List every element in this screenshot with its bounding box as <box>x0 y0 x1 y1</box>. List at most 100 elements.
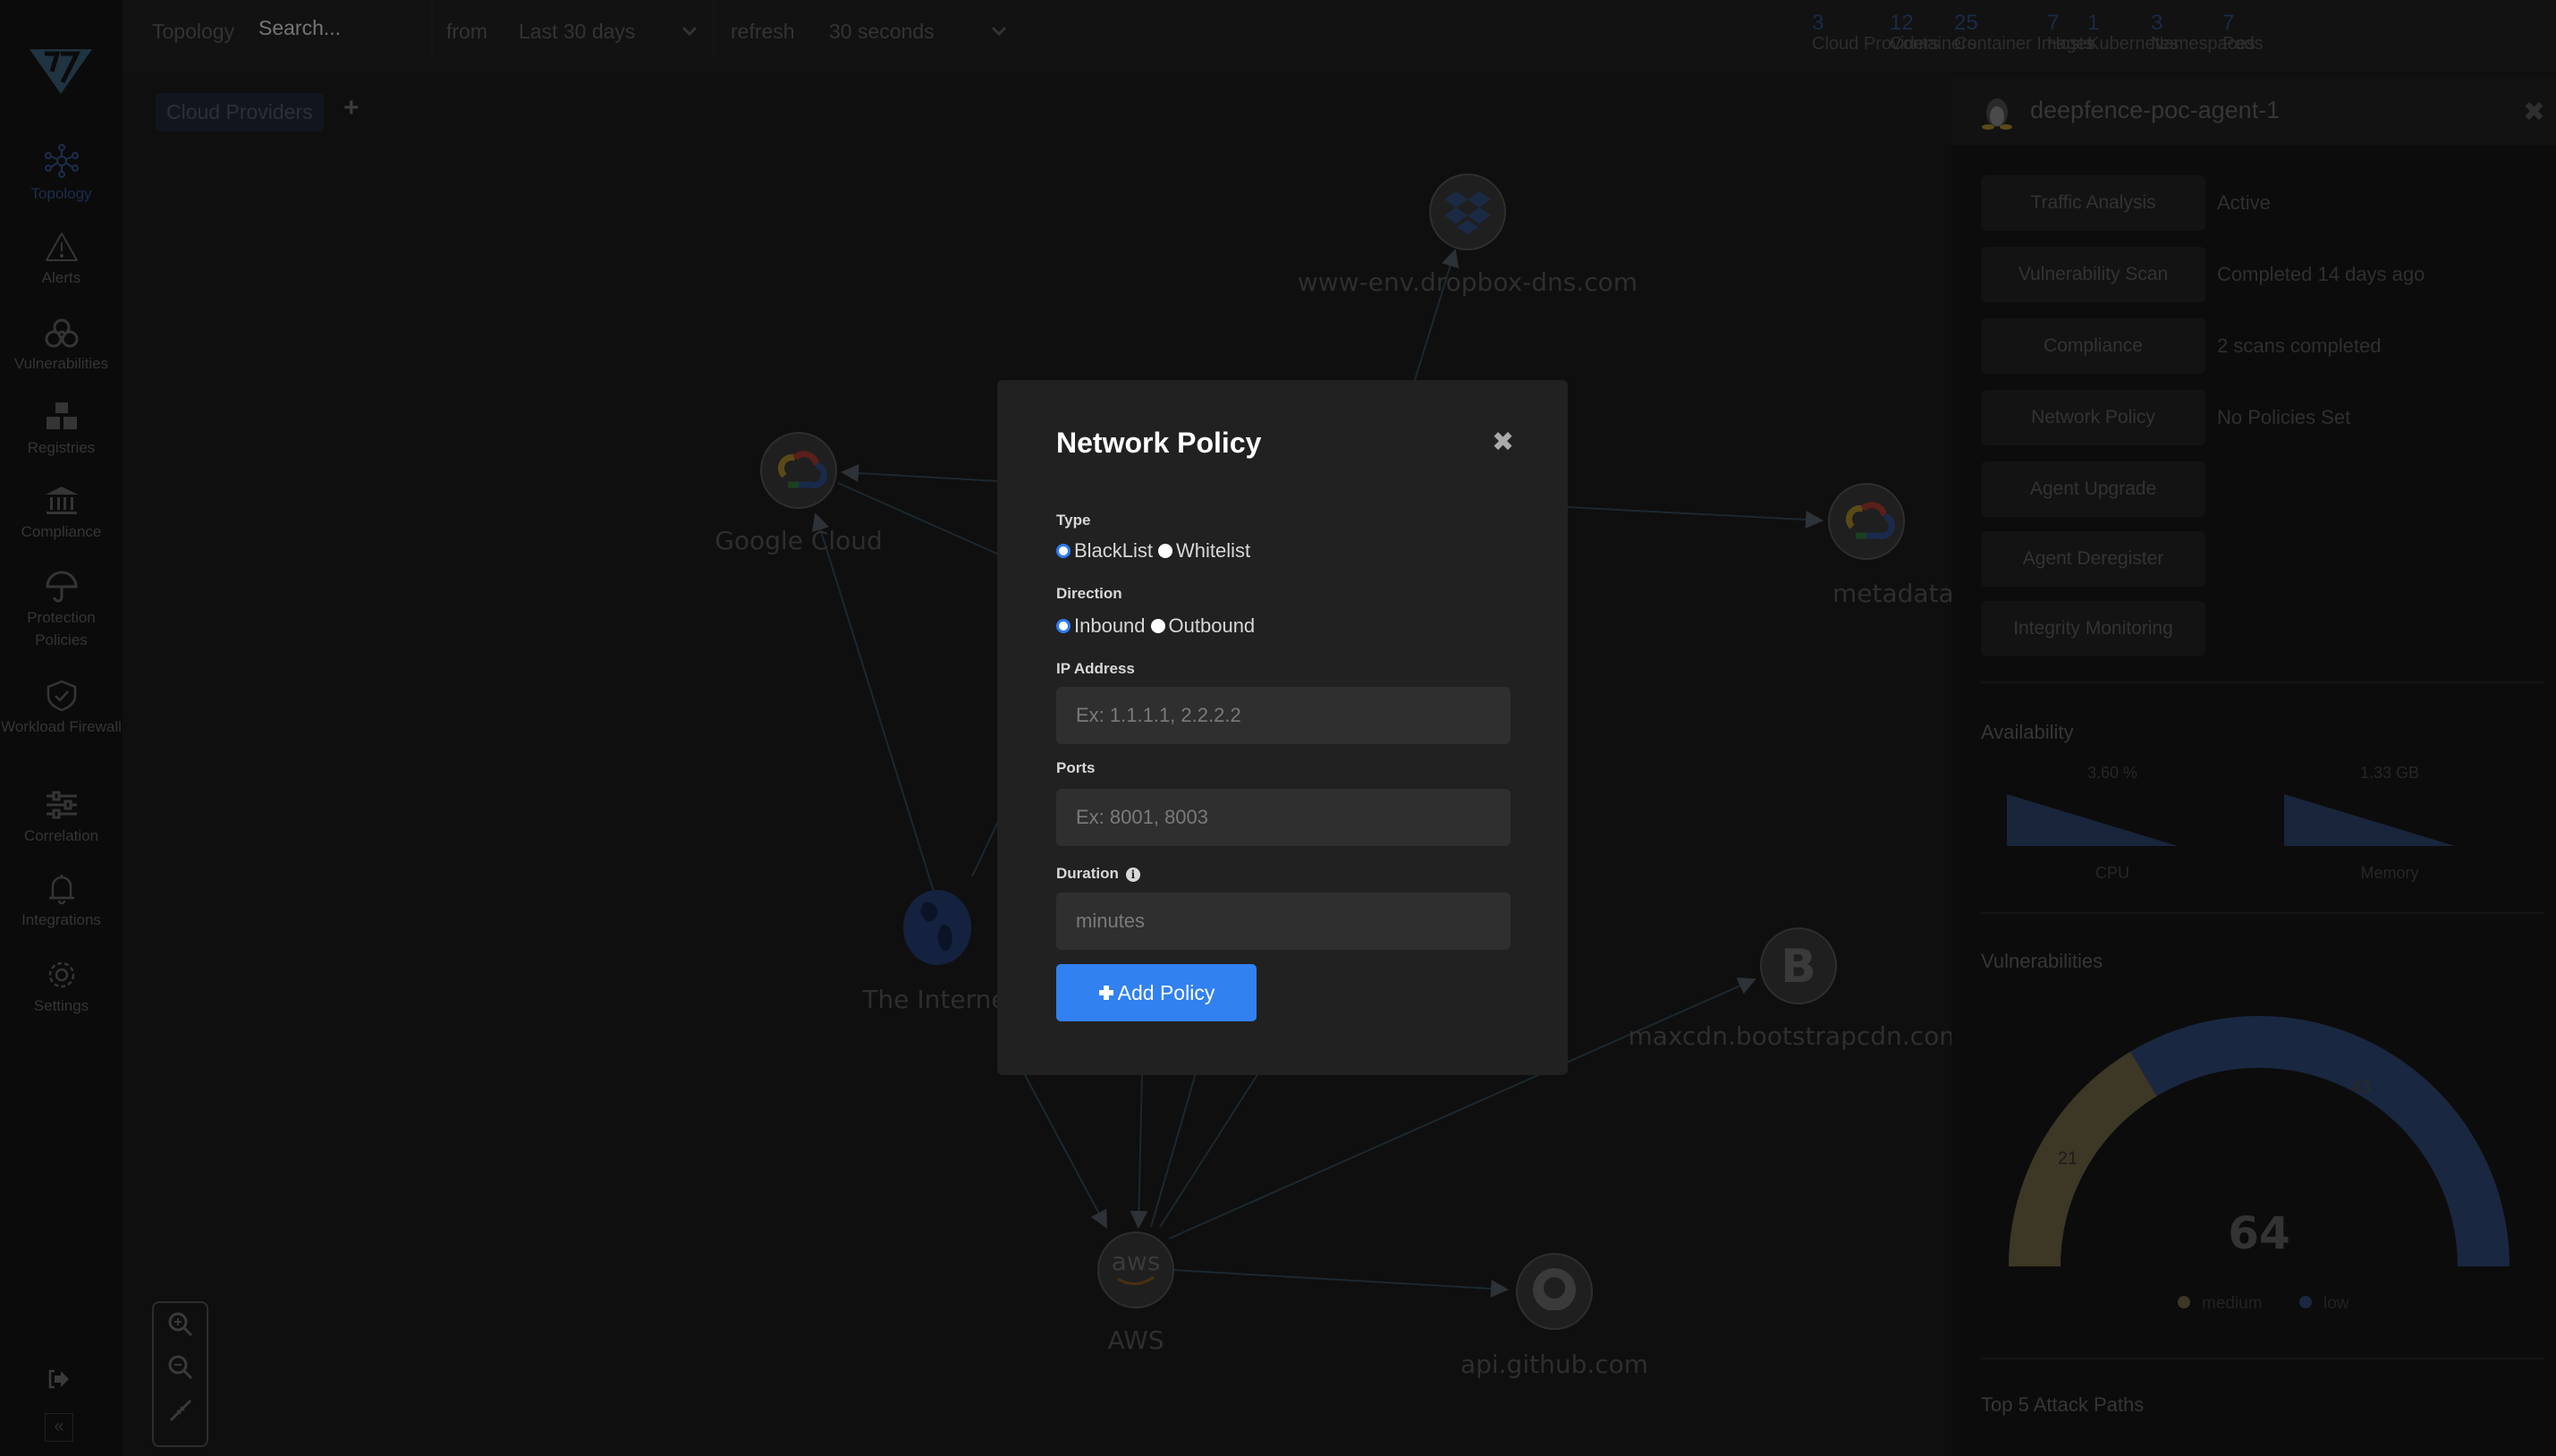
availability-sparklines <box>2007 794 2456 846</box>
radio-label: Whitelist <box>1176 539 1251 562</box>
sidebar-item-compliance[interactable]: Compliance <box>0 485 123 543</box>
stat-label: Pods <box>2222 34 2264 54</box>
radio-button[interactable] <box>1158 544 1173 558</box>
legend-dot-low <box>2299 1296 2312 1308</box>
sliders-icon <box>46 791 77 819</box>
sidebar-item-label: Settings <box>33 997 89 1014</box>
vulnerabilities-title: Vulnerabilities <box>1981 950 2103 972</box>
zoom-in-button[interactable] <box>154 1303 207 1346</box>
ip-address-input[interactable] <box>1056 687 1511 744</box>
sidebar-item-topology[interactable]: Topology <box>0 143 123 205</box>
availability-title: Availability <box>1981 721 2074 743</box>
radio-whitelist[interactable]: Whitelist <box>1158 539 1250 563</box>
node-label: metadata.google.int <box>1832 579 1951 608</box>
network-policy-status: No Policies Set <box>2217 406 2351 428</box>
edge <box>1172 1269 1509 1298</box>
integrity-monitoring-button[interactable]: Integrity Monitoring <box>1981 601 2205 656</box>
cpu-label: CPU <box>2095 864 2129 882</box>
node-label: maxcdn.bootstrapcdn.com <box>1629 1021 1951 1051</box>
gauge-segment-low[interactable] <box>2130 1016 2509 1266</box>
bank-icon <box>45 487 78 514</box>
radio-button[interactable] <box>1150 619 1165 633</box>
sidebar-item-settings[interactable]: Settings <box>0 959 123 1017</box>
network-policy-button[interactable]: Network Policy <box>1981 390 2205 445</box>
info-icon[interactable]: i <box>1125 867 1140 882</box>
edge <box>1130 1072 1148 1229</box>
sidebar-item-protection-policies[interactable]: Protection Policies <box>0 571 123 651</box>
from-label: from <box>446 20 487 43</box>
radio-button-selected[interactable] <box>1056 544 1071 558</box>
fit-view-button[interactable] <box>154 1389 207 1432</box>
node-dropbox[interactable]: www-env.dropbox-dns.com <box>1298 174 1638 297</box>
compliance-status: 2 scans completed <box>2217 334 2382 357</box>
sidebar-item-vulnerabilities[interactable]: Vulnerabilities <box>0 317 123 375</box>
radio-inbound[interactable]: Inbound <box>1056 614 1146 638</box>
stat-label: Hosts <box>2047 34 2094 54</box>
action-row: Network Policy No Policies Set <box>1981 390 2556 447</box>
stat-hosts[interactable]: 7 Hosts <box>2047 13 2094 55</box>
duration-label-row: Duration i <box>1056 865 1140 883</box>
ip-address-label: IP Address <box>1056 660 1135 677</box>
node-bootstrap-cdn[interactable]: B maxcdn.bootstrapcdn.com <box>1629 927 1951 1051</box>
traffic-analysis-button[interactable]: Traffic Analysis <box>1981 175 2205 231</box>
sidebar-item-workload-firewall[interactable]: Workload Firewall <box>0 680 123 738</box>
stat-pods[interactable]: 7 Pods <box>2222 13 2264 55</box>
legend-low[interactable]: low <box>2323 1294 2349 1313</box>
time-range-select[interactable]: Last 30 days <box>519 20 635 44</box>
node-github[interactable]: api.github.com <box>1460 1253 1648 1379</box>
zoom-controls <box>152 1301 208 1447</box>
vulnerability-scan-button[interactable]: Vulnerability Scan <box>1981 247 2205 302</box>
node-label: The Interne <box>861 985 1006 1014</box>
node-the-internet[interactable]: The Interne <box>861 890 1007 1014</box>
action-row: Traffic Analysis Active <box>1981 175 2556 233</box>
action-row: Agent Deregister <box>1981 531 2556 588</box>
boxes-icon <box>46 402 77 429</box>
node-details-panel: deepfence-poc-agent-1 ✖ Traffic Analysis… <box>1951 77 2556 1456</box>
sidebar-item-correlation[interactable]: Correlation <box>0 789 123 847</box>
node-metadata-google[interactable]: metadata.google.int <box>1828 483 1951 608</box>
agent-upgrade-button[interactable]: Agent Upgrade <box>1981 461 2205 517</box>
node-aws[interactable]: aws AWS <box>1097 1232 1174 1355</box>
sidebar-item-alerts[interactable]: Alerts <box>0 231 123 289</box>
edge <box>1567 506 1824 529</box>
gauge-segment-medium[interactable] <box>2009 1051 2157 1266</box>
add-policy-button[interactable]: Add Policy <box>1056 964 1257 1021</box>
logout-icon[interactable] <box>47 1367 72 1392</box>
deepfence-logo[interactable] <box>25 45 97 98</box>
sidebar-item-label: Workload Firewall <box>1 718 122 735</box>
zoom-out-button[interactable] <box>154 1346 207 1389</box>
network-policy-modal: Network Policy ✖ Type BlackList Whitelis… <box>997 380 1568 1075</box>
action-row: Vulnerability Scan Completed 14 days ago <box>1981 247 2556 304</box>
biohazard-icon <box>45 318 78 348</box>
divider <box>1981 912 2544 914</box>
action-row: Compliance 2 scans completed <box>1981 318 2556 376</box>
traffic-analysis-status: Active <box>2217 191 2271 214</box>
edge <box>811 512 935 895</box>
duration-input[interactable] <box>1056 893 1511 950</box>
radio-button-selected[interactable] <box>1056 619 1071 633</box>
close-modal-button[interactable]: ✖ <box>1492 427 1514 458</box>
chevron-down-icon[interactable] <box>990 25 1008 38</box>
compliance-button[interactable]: Compliance <box>1981 318 2205 374</box>
shield-check-icon <box>47 680 76 712</box>
edge <box>1150 1072 1197 1228</box>
refresh-interval-select[interactable]: 30 seconds <box>829 20 935 44</box>
topology-icon <box>44 144 79 178</box>
node-google-cloud[interactable]: Google Cloud <box>715 432 883 555</box>
agent-deregister-button[interactable]: Agent Deregister <box>1981 531 2205 587</box>
cpu-sparkline <box>2007 794 2179 846</box>
search-input[interactable] <box>258 16 419 40</box>
legend-medium[interactable]: medium <box>2202 1294 2263 1313</box>
sidebar-item-registries[interactable]: Registries <box>0 401 123 459</box>
close-panel-button[interactable]: ✖ <box>2523 97 2545 128</box>
app-root: Topology Alerts Vulnerabilities Registri… <box>0 0 2556 1456</box>
chevron-down-icon[interactable] <box>681 25 698 38</box>
vulnerabilities-gauge: 21 43 64 medium low <box>2009 1016 2509 1313</box>
radio-outbound[interactable]: Outbound <box>1150 614 1255 638</box>
sidebar-item-integrations[interactable]: Integrations <box>0 873 123 931</box>
panel-header: deepfence-poc-agent-1 ✖ <box>1951 77 2556 145</box>
collapse-sidebar-button[interactable]: « <box>45 1413 73 1442</box>
radio-label: BlackList <box>1074 539 1154 562</box>
ports-input[interactable] <box>1056 789 1511 846</box>
radio-blacklist[interactable]: BlackList <box>1056 539 1153 563</box>
